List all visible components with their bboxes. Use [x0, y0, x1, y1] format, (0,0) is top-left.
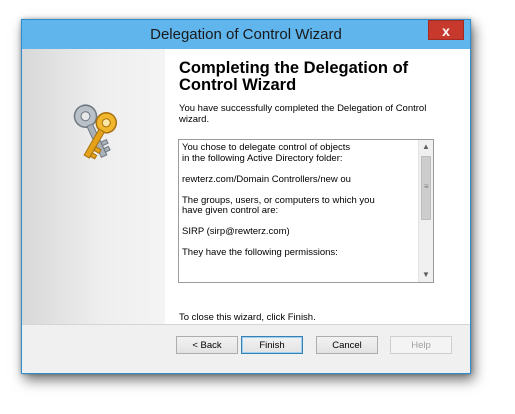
- help-button[interactable]: Help: [390, 336, 452, 354]
- wizard-window: Delegation of Control Wizard x Completin…: [21, 19, 471, 374]
- wizard-content-panel: Completing the Delegation of Control Wiz…: [165, 49, 470, 324]
- keys-icon: [73, 104, 118, 160]
- button-bar: < Back Finish Cancel Help: [22, 325, 470, 373]
- close-button[interactable]: x: [428, 20, 464, 40]
- closing-text: To close this wizard, click Finish.: [179, 312, 316, 323]
- finish-button[interactable]: Finish: [241, 336, 303, 354]
- wizard-side-panel: [22, 49, 165, 324]
- back-button[interactable]: < Back: [176, 336, 238, 354]
- scroll-up-arrow-icon[interactable]: ▲: [419, 140, 433, 154]
- summary-scrollbar[interactable]: ▲ ≡ ▼: [418, 140, 433, 282]
- title-bar[interactable]: Delegation of Control Wizard x: [22, 20, 470, 49]
- window-title: Delegation of Control Wizard: [150, 26, 342, 43]
- scroll-thumb[interactable]: ≡: [421, 156, 431, 220]
- page-title: Completing the Delegation of Control Wiz…: [179, 59, 409, 94]
- cancel-button[interactable]: Cancel: [316, 336, 378, 354]
- grip-icon: ≡: [424, 182, 429, 191]
- summary-text: You chose to delegate control of objects…: [182, 142, 375, 258]
- scroll-down-arrow-icon[interactable]: ▼: [419, 268, 433, 282]
- screenshot-stage: Delegation of Control Wizard x Completin…: [0, 0, 515, 414]
- summary-textbox[interactable]: You chose to delegate control of objects…: [178, 139, 434, 283]
- close-icon: x: [442, 23, 450, 39]
- intro-text: You have successfully completed the Dele…: [179, 103, 427, 125]
